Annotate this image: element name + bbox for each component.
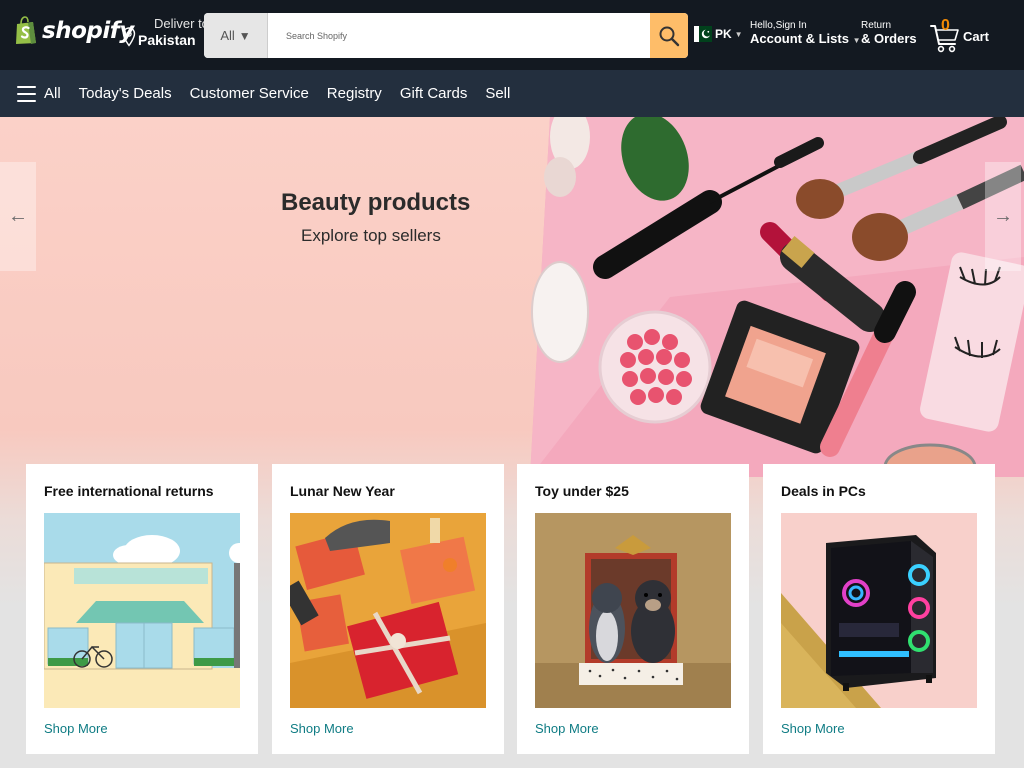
nav-all-menu[interactable]: All	[17, 85, 61, 102]
search-category-dropdown[interactable]: All ▼	[204, 13, 268, 58]
card-image-pc[interactable]	[781, 513, 977, 708]
search-category-label: All	[220, 28, 235, 43]
cosmetics-illustration	[530, 117, 1024, 477]
returns-label: Return	[861, 20, 892, 31]
top-header: shopify Deliver to Pakistan All ▼ Search…	[0, 0, 1024, 70]
deliver-to[interactable]: Deliver to Pakistan	[122, 16, 209, 48]
deliver-location: Pakistan	[138, 31, 196, 48]
nav-item-customer-service[interactable]: Customer Service	[190, 85, 309, 102]
nav-item-gift-cards[interactable]: Gift Cards	[400, 85, 468, 102]
arrow-left-icon: ←	[8, 205, 28, 227]
card-free-returns: Free international returns Shop More	[26, 464, 258, 754]
nav-bar: All Today's Deals Customer Service Regis…	[0, 70, 1024, 117]
deliver-label: Deliver to	[154, 16, 209, 31]
search-button[interactable]	[650, 13, 688, 58]
card-title: Deals in PCs	[781, 483, 866, 499]
shopify-logo[interactable]: shopify	[14, 16, 134, 46]
hero-next-button[interactable]: →	[985, 162, 1021, 271]
returns-orders[interactable]: Return & Orders	[861, 20, 917, 46]
cart-count: 0	[941, 17, 950, 34]
logo-text: shopify	[42, 18, 134, 44]
language-selector[interactable]: PK ▼	[694, 26, 743, 42]
hero-title: Beauty products	[281, 189, 471, 216]
pakistan-flag-icon	[694, 26, 712, 42]
orders-label: & Orders	[861, 30, 917, 46]
cart-label: Cart	[963, 29, 990, 44]
card-shop-more-link[interactable]: Shop More	[44, 721, 108, 736]
hero-subtitle: Explore top sellers	[301, 226, 441, 245]
card-lunar-new-year: Lunar New Year Shop More	[272, 464, 504, 754]
caret-down-icon: ▼	[852, 35, 861, 45]
hamburger-menu-icon	[17, 85, 36, 102]
card-title: Toy under $25	[535, 483, 629, 499]
card-deals-in-pcs: Deals in PCs Shop More	[763, 464, 995, 754]
card-toy-under-25: Toy under $25 Shop More	[517, 464, 749, 754]
account-label: Account & Lists	[750, 30, 849, 46]
card-shop-more-link[interactable]: Shop More	[781, 721, 845, 736]
nav-item-registry[interactable]: Registry	[327, 85, 382, 102]
card-image-toys[interactable]	[535, 513, 731, 708]
cart-button[interactable]: 0 Cart	[930, 16, 1000, 56]
arrow-right-icon: →	[993, 205, 1013, 227]
caret-down-icon: ▼	[734, 29, 743, 39]
caret-down-icon: ▼	[238, 28, 251, 43]
card-title: Lunar New Year	[290, 483, 395, 499]
search-input[interactable]	[268, 13, 650, 58]
language-code: PK	[715, 27, 732, 41]
shopify-bag-icon	[16, 16, 36, 44]
card-shop-more-link[interactable]: Shop More	[535, 721, 599, 736]
card-image-gifts[interactable]	[290, 513, 486, 708]
card-image-store[interactable]	[44, 513, 240, 708]
location-pin-icon	[122, 27, 136, 47]
card-title: Free international returns	[44, 483, 214, 499]
search-bar: All ▼	[204, 13, 688, 58]
card-shop-more-link[interactable]: Shop More	[290, 721, 354, 736]
account-lists[interactable]: Hello,Sign In Account & Lists ▼	[750, 20, 861, 46]
hero-beauty-image	[530, 117, 1024, 477]
nav-item-sell[interactable]: Sell	[485, 85, 510, 102]
nav-item-todays-deals[interactable]: Today's Deals	[79, 85, 172, 102]
hero-prev-button[interactable]: ←	[0, 162, 36, 271]
nav-all-label: All	[44, 85, 61, 102]
search-icon	[659, 26, 680, 46]
